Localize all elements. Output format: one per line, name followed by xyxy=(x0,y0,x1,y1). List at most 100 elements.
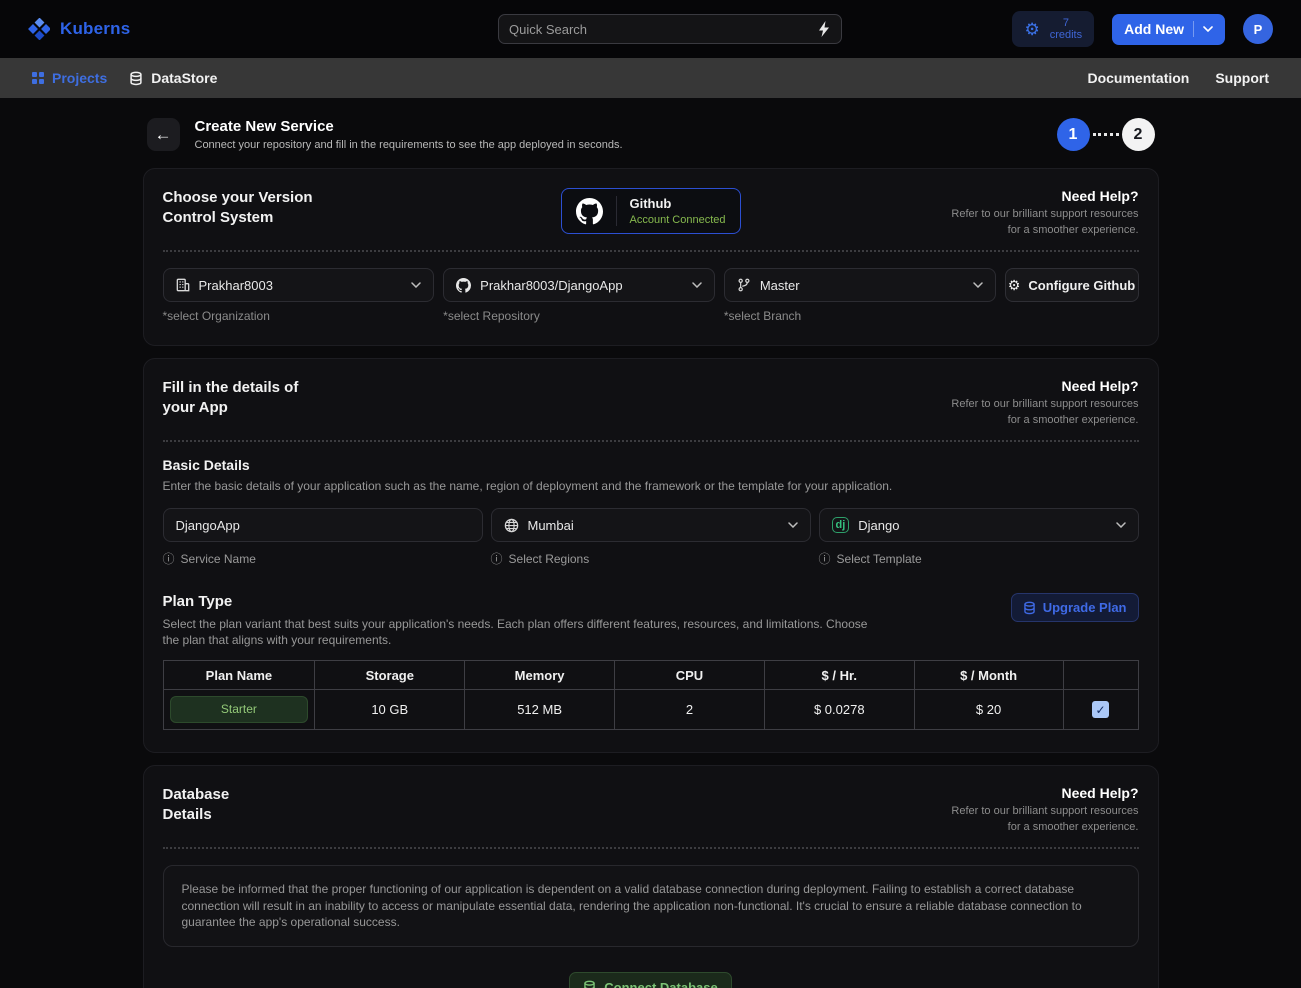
back-button[interactable]: ← xyxy=(146,118,180,151)
configure-github-button[interactable]: ⚙ Configure Github xyxy=(1004,268,1139,302)
divider xyxy=(1193,21,1194,37)
vcs-card: Choose your Version Control System Githu… xyxy=(142,168,1159,346)
connect-database-button[interactable]: Connect Database xyxy=(569,971,732,988)
organization-icon xyxy=(176,278,189,292)
database-icon xyxy=(130,71,142,85)
col-cpu: CPU xyxy=(614,660,765,690)
nav-datastore-label: DataStore xyxy=(151,70,218,86)
upgrade-plan-button[interactable]: Upgrade Plan xyxy=(1010,593,1139,622)
chevron-down-icon xyxy=(411,282,421,288)
github-icon xyxy=(575,197,603,224)
vcs-title: Choose your Version Control System xyxy=(162,189,313,226)
step-1[interactable]: 1 xyxy=(1056,118,1090,151)
template-label: ⓘ Select Template xyxy=(818,551,922,567)
service-name-input[interactable] xyxy=(162,508,483,542)
chevron-down-icon xyxy=(1115,522,1126,528)
col-price-hr: $ / Hr. xyxy=(763,660,915,690)
database-notice: Please be informed that the proper funct… xyxy=(162,865,1139,947)
app-window: Kuberns ⚙ 7 credits Add New P xyxy=(0,0,1301,988)
col-memory: Memory xyxy=(464,660,616,690)
info-icon: ⓘ xyxy=(490,552,503,566)
search-input[interactable] xyxy=(509,21,817,37)
step-indicator: 1 2 xyxy=(1056,118,1155,151)
add-new-label: Add New xyxy=(1124,21,1184,37)
top-navbar: Kuberns ⚙ 7 credits Add New P xyxy=(0,0,1301,58)
database-icon xyxy=(1023,601,1035,614)
nav-documentation[interactable]: Documentation xyxy=(1087,70,1189,86)
organization-select[interactable]: Prakhar8003 xyxy=(162,268,435,302)
topnav-right: ⚙ 7 credits Add New P xyxy=(1012,11,1273,47)
plan-table-header-row: Plan Name Storage Memory CPU $ / Hr. $ /… xyxy=(162,660,1139,690)
col-select xyxy=(1062,660,1139,690)
page-subtitle: Connect your repository and fill in the … xyxy=(194,139,623,151)
plan-storage: 10 GB xyxy=(314,689,466,730)
need-help: Need Help? Refer to our brilliant suppor… xyxy=(951,188,1139,236)
database-card: Database Details Need Help? Refer to our… xyxy=(142,765,1159,988)
repository-hint: *select Repository xyxy=(443,309,540,323)
git-branch-icon xyxy=(738,278,750,292)
region-select[interactable]: Mumbai xyxy=(490,508,811,542)
branch-hint: *select Branch xyxy=(723,309,802,323)
basic-details-description: Enter the basic details of your applicat… xyxy=(162,479,893,493)
col-price-month: $ / Month xyxy=(913,660,1064,690)
github-card-name: Github xyxy=(629,196,672,211)
main-content: ← Create New Service Connect your reposi… xyxy=(142,98,1159,988)
chevron-down-icon xyxy=(692,282,702,288)
credits-label: credits xyxy=(1049,29,1083,41)
gear-icon: ⚙ xyxy=(1007,276,1021,293)
col-storage: Storage xyxy=(314,660,466,690)
need-help: Need Help? Refer to our brilliant suppor… xyxy=(951,378,1139,426)
globe-icon xyxy=(504,518,518,532)
region-value: Mumbai xyxy=(527,517,574,533)
grid-icon xyxy=(32,72,44,84)
add-new-button[interactable]: Add New xyxy=(1112,13,1225,45)
nav-item-datastore[interactable]: DataStore xyxy=(129,70,217,86)
template-select[interactable]: dj Django xyxy=(818,508,1139,542)
branch-select[interactable]: Master xyxy=(723,268,996,302)
quick-search xyxy=(498,14,842,44)
info-icon: ⓘ xyxy=(162,552,175,566)
plan-checkbox[interactable]: ✓ xyxy=(1092,701,1109,718)
basic-details-title: Basic Details xyxy=(162,457,250,473)
chevron-down-icon xyxy=(972,282,983,288)
organization-value: Prakhar8003 xyxy=(198,277,273,293)
info-icon: ⓘ xyxy=(818,552,831,566)
organization-hint: *select Organization xyxy=(162,309,270,323)
avatar[interactable]: P xyxy=(1243,14,1273,44)
nav-projects-label: Projects xyxy=(52,70,108,86)
step-2[interactable]: 2 xyxy=(1121,118,1155,151)
gear-icon: ⚙ xyxy=(1024,19,1040,39)
github-icon xyxy=(456,277,472,293)
need-help: Need Help? Refer to our brilliant suppor… xyxy=(951,785,1139,833)
dotted-divider xyxy=(162,847,1139,849)
django-icon: dj xyxy=(831,517,850,533)
nav-support[interactable]: Support xyxy=(1215,70,1269,86)
repository-select[interactable]: Prakhar8003/DjangoApp xyxy=(443,268,715,302)
plan-table: Plan Name Storage Memory CPU $ / Hr. $ /… xyxy=(162,660,1139,730)
plan-name-badge: Starter xyxy=(169,696,309,723)
nav-item-projects[interactable]: Projects xyxy=(32,70,107,86)
brand[interactable]: Kuberns xyxy=(28,18,130,40)
configure-github-label: Configure Github xyxy=(1028,277,1136,293)
divider xyxy=(615,196,617,226)
github-card-status: Account Connected xyxy=(629,214,726,226)
plan-type-title: Plan Type xyxy=(162,593,233,610)
kuberns-logo-icon xyxy=(28,18,50,40)
plan-table-row: Starter 10 GB 512 MB 2 $ 0.0278 $ 20 ✓ xyxy=(162,689,1139,730)
database-icon xyxy=(584,980,596,988)
database-title: Database Details xyxy=(162,786,230,823)
arrow-left-icon: ← xyxy=(154,124,172,144)
plan-price-month: $ 20 xyxy=(913,689,1064,730)
step-connector xyxy=(1092,133,1119,136)
upgrade-plan-label: Upgrade Plan xyxy=(1042,600,1127,615)
sub-navbar: Projects DataStore Documentation Support xyxy=(0,58,1301,98)
chevron-down-icon xyxy=(787,522,798,528)
template-value: Django xyxy=(858,517,900,533)
page-header: ← Create New Service Connect your reposi… xyxy=(143,118,1159,151)
plan-memory: 512 MB xyxy=(464,689,616,730)
credits-badge[interactable]: ⚙ 7 credits xyxy=(1012,11,1095,47)
credits-count: 7 xyxy=(1062,17,1069,29)
chevron-down-icon xyxy=(1203,26,1213,32)
github-connected-card[interactable]: Github Account Connected xyxy=(560,188,741,234)
dotted-divider xyxy=(162,440,1139,442)
